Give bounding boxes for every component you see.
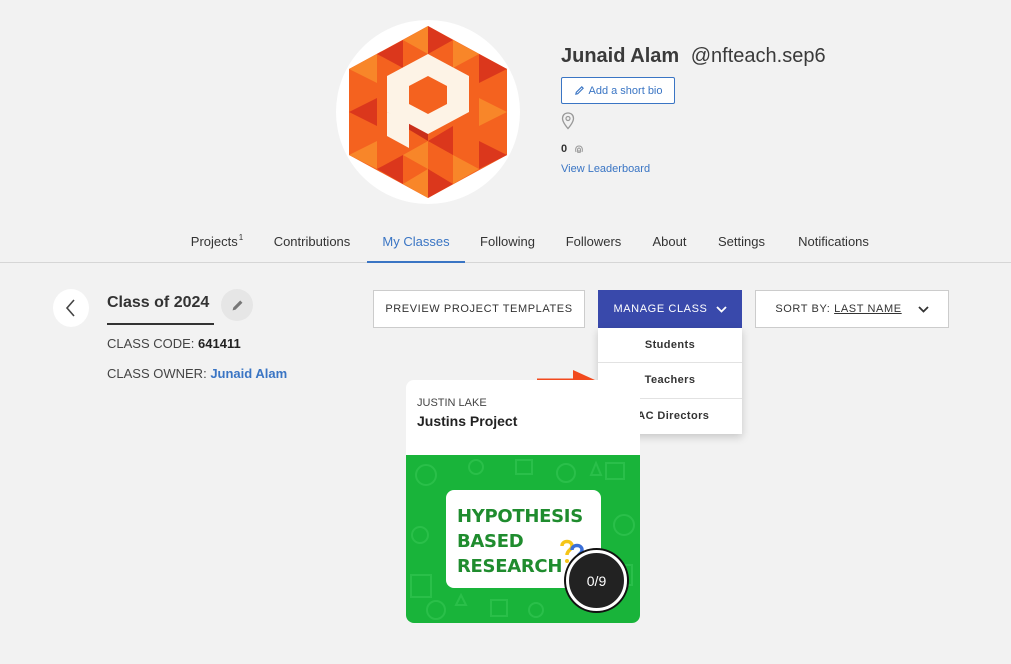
chevron-down-icon (715, 305, 727, 313)
class-title-underline (107, 323, 214, 325)
profile-handle: @nfteach.sep6 (690, 45, 826, 67)
tab-about[interactable]: About (651, 226, 688, 263)
view-leaderboard-link[interactable]: View Leaderboard (561, 163, 650, 175)
chevron-down-icon (918, 305, 929, 313)
score-row: 0 (561, 143, 585, 155)
pencil-icon (232, 300, 242, 310)
class-code-label: CLASS CODE: (107, 336, 195, 351)
project-title: Justins Project (417, 413, 518, 429)
preview-project-templates-button[interactable]: PREVIEW PROJECT TEMPLATES (373, 290, 585, 328)
class-code: CLASS CODE: 641411 (107, 336, 241, 351)
fingerprint-icon (575, 145, 583, 154)
profile-name: Junaid Alam (561, 45, 680, 67)
project-thumbnail: HYPOTHESIS BASED RESEARCH 0/9 (406, 455, 640, 623)
tab-my-classes[interactable]: My Classes (367, 226, 465, 263)
tab-notifications[interactable]: Notifications (795, 226, 872, 263)
manage-class-button[interactable]: MANAGE CLASS (598, 290, 742, 328)
avatar (349, 26, 507, 198)
tab-projects-label: Projects (190, 234, 238, 249)
pencil-icon (574, 86, 584, 95)
tab-following[interactable]: Following (479, 226, 536, 263)
progress-badge: 0/9 (566, 550, 627, 611)
tab-projects-badge: 1 (238, 233, 244, 242)
class-code-value: 641411 (198, 336, 241, 351)
add-bio-button[interactable]: Add a short bio (561, 77, 675, 104)
project-card[interactable]: JUSTIN LAKE Justins Project HYPOTHESIS B… (406, 380, 640, 623)
manage-class-label: MANAGE CLASS (613, 303, 708, 315)
thumbnail-line: HYPOTHESIS (457, 506, 583, 527)
add-bio-label: Add a short bio (588, 84, 663, 97)
edit-class-button[interactable] (221, 289, 253, 321)
project-author: JUSTIN LAKE (417, 397, 487, 409)
profile-info: Junaid Alam @nfteach.sep6 Add a short bi… (561, 44, 826, 175)
sort-by-button[interactable]: SORT BY: LAST NAME (755, 290, 949, 328)
tab-settings[interactable]: Settings (716, 226, 767, 263)
tab-contributions[interactable]: Contributions (271, 226, 353, 263)
class-owner-label: CLASS OWNER: (107, 366, 207, 381)
score-value: 0 (561, 143, 568, 155)
tab-projects[interactable]: Projects1 (189, 226, 245, 263)
sort-by-label: SORT BY: (775, 303, 831, 315)
back-button[interactable] (53, 289, 89, 327)
class-title: Class of 2024 (107, 294, 210, 311)
tab-followers[interactable]: Followers (565, 226, 622, 263)
profile-tabs: Projects1 Contributions My Classes Follo… (0, 226, 1011, 263)
profile-name-row: Junaid Alam @nfteach.sep6 (561, 44, 826, 68)
sort-by-text: SORT BY: LAST NAME (775, 303, 901, 315)
location-pin-icon (561, 112, 575, 130)
class-owner: CLASS OWNER: Junaid Alam (107, 366, 287, 381)
chevron-left-icon (65, 299, 75, 317)
sort-by-value: LAST NAME (834, 303, 902, 315)
class-owner-link[interactable]: Junaid Alam (210, 366, 287, 381)
menu-item-students[interactable]: Students (598, 328, 742, 364)
